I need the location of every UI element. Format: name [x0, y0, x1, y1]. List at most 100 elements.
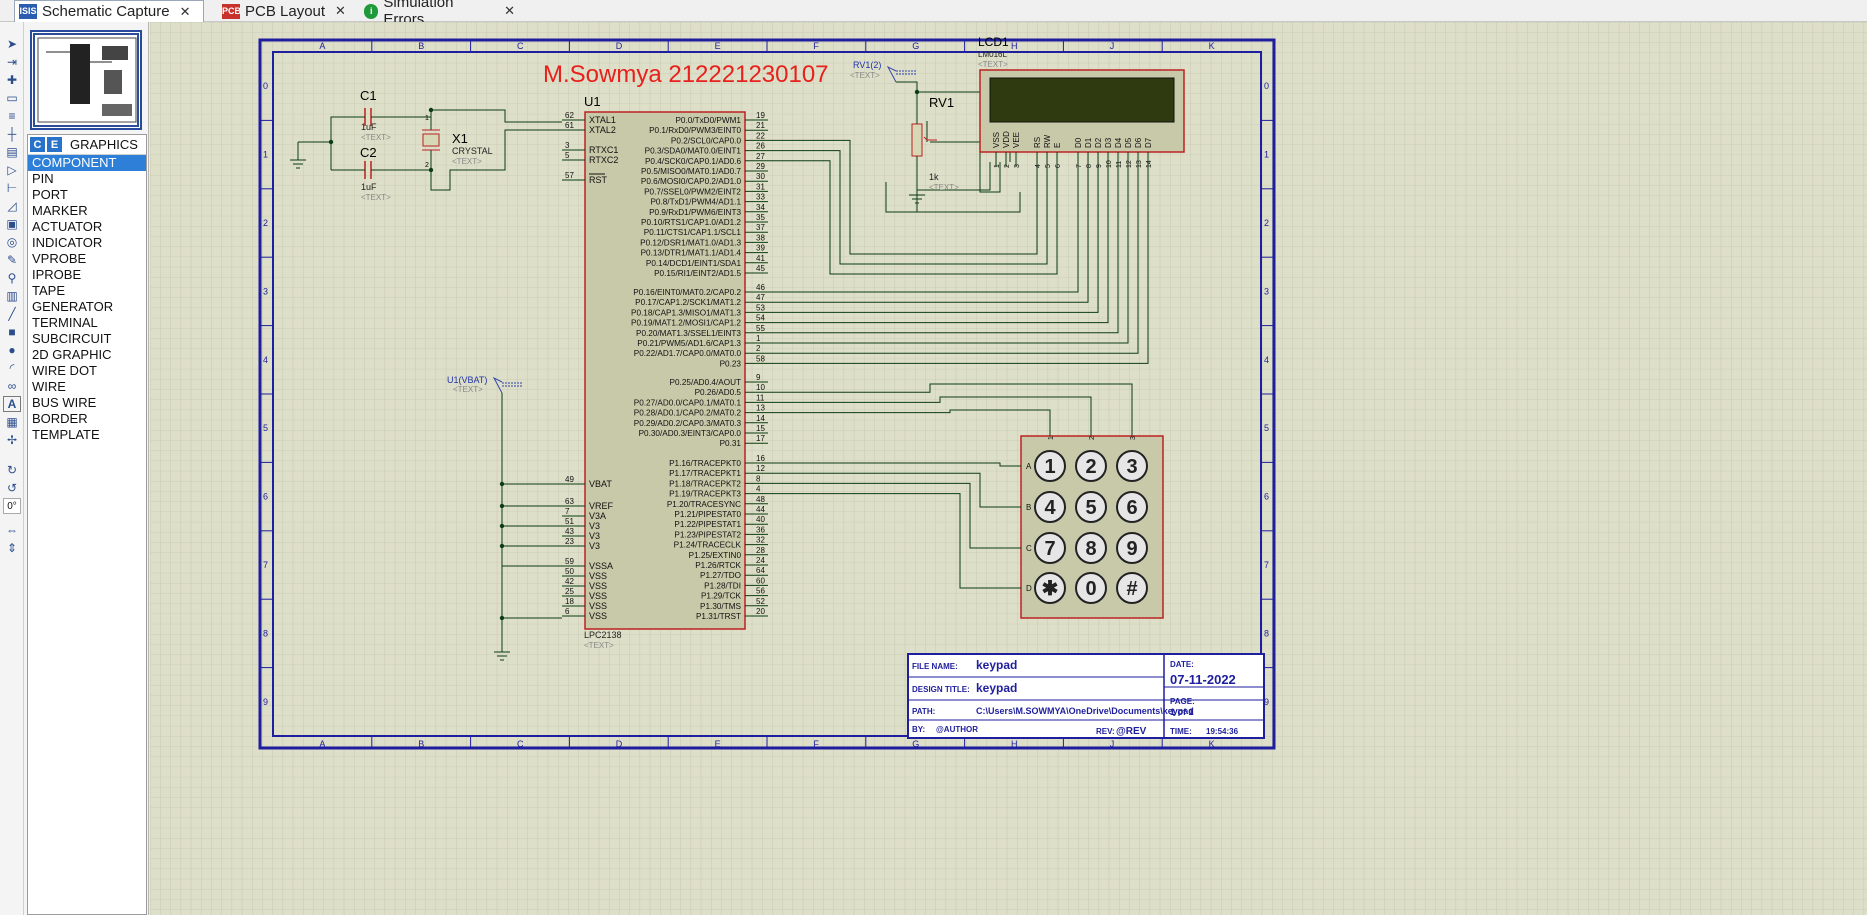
u1-pin-name: P0.18/CAP1.3/MISO1/MAT1.3: [631, 308, 741, 317]
u1-pin-number: 26: [756, 142, 765, 151]
u1-pin-name: P1.18/TRACEPKT2: [669, 479, 741, 488]
u1-pin-name: P0.30/AD0.3/EINT3/CAP0.0: [639, 429, 742, 438]
keypad-row-label: A: [1026, 462, 1032, 471]
u1-pin-name: P0.29/AD0.2/CAP0.3/MAT0.3: [634, 419, 742, 428]
keypad-col-label: 3: [1130, 436, 1137, 440]
mode-item-marker[interactable]: MARKER: [28, 203, 146, 219]
rotation-field[interactable]: 0°: [3, 498, 21, 514]
path-icon[interactable]: ∞: [3, 378, 21, 394]
lcd-pin-number: 3: [1014, 164, 1021, 168]
mode-item-pin[interactable]: PIN: [28, 171, 146, 187]
close-icon[interactable]: ✕: [504, 3, 515, 19]
mode-item-indicator[interactable]: INDICATOR: [28, 235, 146, 251]
microcontroller-u1[interactable]: U1 LPC2138 <TEXT> XTAL162XTAL261RTXC13RT…: [562, 94, 768, 650]
u1-pin-name: P1.16/TRACEPKT0: [669, 459, 741, 468]
overview-window[interactable]: [30, 30, 142, 130]
mode-item-terminal[interactable]: TERMINAL: [28, 315, 146, 331]
close-icon[interactable]: ✕: [335, 3, 346, 19]
row-label: 0: [1264, 81, 1269, 91]
mode-item-iprobe[interactable]: IPROBE: [28, 267, 146, 283]
component-mode-icon[interactable]: ⇥: [3, 54, 21, 70]
graph-icon[interactable]: ◿: [3, 198, 21, 214]
tape-icon[interactable]: ▣: [3, 216, 21, 232]
iprobe-icon[interactable]: ⚲: [3, 270, 21, 286]
rotate-cw-icon[interactable]: ↻: [3, 462, 21, 478]
pick-devices-button[interactable]: C: [30, 137, 45, 152]
mirror-x-icon[interactable]: ⇔: [3, 522, 21, 538]
mode-item-generator[interactable]: GENERATOR: [28, 299, 146, 315]
junction-dot-icon[interactable]: ✚: [3, 72, 21, 88]
column-label: F: [813, 41, 819, 51]
instrument-icon[interactable]: ▥: [3, 288, 21, 304]
pin-icon[interactable]: ⊢: [3, 180, 21, 196]
mode-item-component[interactable]: COMPONENT: [28, 155, 146, 171]
u1-pin-number: 27: [756, 152, 765, 161]
vbat-probe-text: <TEXT>: [453, 385, 483, 394]
box-icon[interactable]: ■: [3, 324, 21, 340]
column-label: C: [517, 41, 524, 51]
mirror-y-icon[interactable]: ⇕: [3, 540, 21, 556]
column-label: H: [1011, 41, 1018, 51]
x1-value: CRYSTAL: [452, 146, 493, 156]
text-script-icon[interactable]: ≡: [3, 108, 21, 124]
file-name-label: FILE NAME:: [912, 662, 958, 671]
u1-pin-number: 51: [565, 517, 574, 526]
tab-schematic-capture[interactable]: ISIS Schematic Capture ✕: [14, 0, 204, 22]
subcircuit-icon[interactable]: ▤: [3, 144, 21, 160]
u1-pin-number: 39: [756, 244, 765, 253]
mode-item-2d-graphic[interactable]: 2D GRAPHIC: [28, 347, 146, 363]
mode-item-wire[interactable]: WIRE: [28, 379, 146, 395]
lcd-pin-number: 7: [1076, 164, 1083, 168]
lcd-ref: LCD1: [978, 35, 1009, 49]
u1-pin-name: P1.24/TRACECLK: [674, 541, 742, 550]
tab-pcb-layout[interactable]: PCB PCB Layout ✕: [218, 0, 348, 22]
keypad-key-label: 6: [1126, 497, 1137, 519]
keypad-key-label: 9: [1126, 538, 1137, 560]
u1-pin-name: P1.22/PIPESTAT1: [674, 520, 741, 529]
terminal-icon[interactable]: ▷: [3, 162, 21, 178]
keypad-module[interactable]: 1 2 3 4 5 6 7 8 9 ✱ 0 # A B C D 1 2 3: [1010, 422, 1164, 619]
mode-item-border[interactable]: BORDER: [28, 411, 146, 427]
u1-pin-name: VSS: [589, 571, 607, 581]
mode-item-bus-wire[interactable]: BUS WIRE: [28, 395, 146, 411]
u1-pin-number: 48: [756, 495, 765, 504]
u1-pin-number: 22: [756, 131, 765, 140]
lcd-pin-name: D1: [1084, 137, 1093, 148]
row-label: 9: [263, 697, 268, 707]
close-icon[interactable]: ✕: [180, 4, 191, 20]
by-value: @AUTHOR: [936, 725, 978, 734]
u1-pin-number: 17: [756, 434, 765, 443]
vprobe-icon[interactable]: ✎: [3, 252, 21, 268]
column-label: G: [912, 41, 919, 51]
u1-pin-number: 18: [565, 597, 574, 606]
schematic-canvas[interactable]: AABBCCDDEEFFGGHHJJKK 0011223344556677889…: [150, 22, 1867, 915]
mode-item-actuator[interactable]: ACTUATOR: [28, 219, 146, 235]
mode-item-port[interactable]: PORT: [28, 187, 146, 203]
generator-icon[interactable]: ◎: [3, 234, 21, 250]
text-icon[interactable]: A: [3, 396, 21, 412]
u1-pin-number: 15: [756, 424, 765, 433]
x1-ref: X1: [452, 131, 468, 146]
selection-mode-icon[interactable]: ➤: [3, 36, 21, 52]
wire-label-icon[interactable]: ▭: [3, 90, 21, 106]
mode-item-template[interactable]: TEMPLATE: [28, 427, 146, 443]
u1-pin-name: P0.14/DCD1/EINT1/SDA1: [646, 259, 742, 268]
tab-label: PCB Layout: [245, 2, 326, 20]
lcd-pin-number: 8: [1086, 164, 1093, 168]
bus-icon[interactable]: ┼: [3, 126, 21, 142]
row-label: 8: [263, 628, 268, 638]
symbol-icon[interactable]: ▦: [3, 414, 21, 430]
line-icon[interactable]: ╱: [3, 306, 21, 322]
marker-icon[interactable]: ✢: [3, 432, 21, 448]
mode-item-subcircuit[interactable]: SUBCIRCUIT: [28, 331, 146, 347]
u1-pin-number: 12: [756, 464, 765, 473]
circle-icon[interactable]: ●: [3, 342, 21, 358]
page-value: 1 of 1: [1170, 707, 1194, 717]
edit-library-button[interactable]: E: [47, 137, 62, 152]
tab-simulation-errors[interactable]: i Simulation Errors ✕: [360, 0, 515, 28]
mode-item-wire-dot[interactable]: WIRE DOT: [28, 363, 146, 379]
arc-icon[interactable]: ◜: [3, 360, 21, 376]
mode-item-vprobe[interactable]: VPROBE: [28, 251, 146, 267]
mode-item-tape[interactable]: TAPE: [28, 283, 146, 299]
rotate-ccw-icon[interactable]: ↺: [3, 480, 21, 496]
